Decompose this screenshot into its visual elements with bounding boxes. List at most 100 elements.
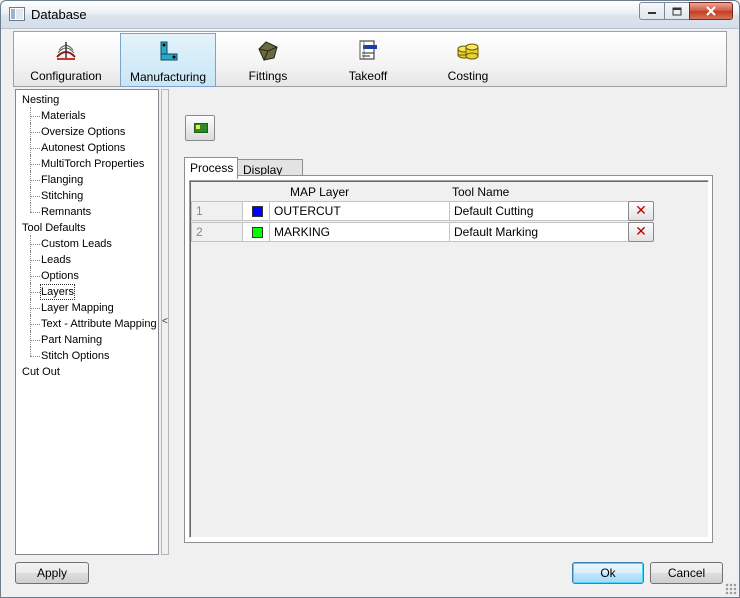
close-button[interactable] — [689, 2, 733, 20]
tree-connector — [30, 244, 40, 245]
tree-item[interactable]: Text - Attribute Mapping — [41, 317, 157, 331]
configuration-icon — [56, 42, 76, 60]
tree-connector — [30, 123, 31, 139]
column-header-map-layer: MAP Layer — [290, 185, 350, 199]
toolbar-fittings[interactable]: Fittings — [220, 33, 316, 87]
tree-item[interactable]: Options — [41, 269, 79, 283]
tree-item[interactable]: Custom Leads — [41, 237, 112, 251]
tree-connector — [30, 340, 40, 341]
costing-icon — [457, 43, 479, 60]
tree-connector — [30, 292, 40, 293]
tree-item[interactable]: Leads — [41, 253, 71, 267]
ok-button[interactable]: Ok — [572, 562, 644, 584]
column-header-tool-name: Tool Name — [452, 185, 510, 199]
tree-connector — [30, 324, 40, 325]
map-layer-cell[interactable]: MARKING — [269, 222, 450, 242]
tab-content: MAP Layer Tool Name 1 OUTERCUT Default C… — [184, 175, 713, 543]
color-cell[interactable] — [242, 201, 270, 221]
tree-connector — [30, 132, 40, 133]
app-icon — [9, 7, 25, 21]
tree-connector — [30, 308, 40, 309]
window-controls — [639, 2, 733, 20]
tree-item[interactable]: Part Naming — [41, 333, 102, 347]
tree-item[interactable]: Oversize Options — [41, 125, 125, 139]
tree-item[interactable]: Cut Out — [22, 365, 60, 379]
fittings-icon — [258, 41, 278, 61]
delete-row-button[interactable]: ✕ — [628, 201, 654, 221]
tree-connector — [30, 107, 31, 123]
tree-connector — [30, 283, 31, 299]
tree-item[interactable]: Remnants — [41, 205, 91, 219]
tree-connector — [30, 347, 31, 356]
tree-connector — [30, 171, 31, 187]
toolbar-label: Configuration — [30, 69, 102, 83]
category-toolbar: Configuration Manufacturing Fittings Tak… — [13, 31, 727, 87]
tree-item[interactable]: Stitching — [41, 189, 83, 203]
tree-item[interactable]: Autonest Options — [41, 141, 125, 155]
tree-connector — [30, 148, 40, 149]
tree-connector — [30, 155, 31, 171]
tree-connector — [30, 187, 31, 203]
layers-panel: Process Display Only MAP Layer Tool Name… — [171, 89, 727, 555]
toolbar-configuration[interactable]: Configuration — [18, 33, 114, 87]
tree-connector — [30, 299, 31, 315]
tree-item[interactable]: Materials — [41, 109, 86, 123]
window-title: Database — [31, 7, 87, 22]
map-layer-cell[interactable]: OUTERCUT — [269, 201, 450, 221]
toolbar-takeoff[interactable]: Takeoff — [320, 33, 416, 87]
row-number: 2 — [191, 222, 243, 242]
toolbar-label: Costing — [447, 69, 489, 83]
tree-item[interactable]: Tool Defaults — [22, 221, 86, 235]
layer-grid: MAP Layer Tool Name 1 OUTERCUT Default C… — [189, 180, 709, 538]
table-row[interactable]: 1 OUTERCUT Default Cutting — [191, 201, 656, 221]
color-cell[interactable] — [242, 222, 270, 242]
apply-button[interactable]: Apply — [15, 562, 89, 584]
minimize-icon — [648, 12, 656, 14]
maximize-button[interactable] — [664, 2, 690, 20]
tree-connector — [30, 276, 40, 277]
takeoff-icon — [359, 40, 377, 60]
color-swatch — [252, 206, 263, 217]
toolbar-manufacturing[interactable]: Manufacturing — [120, 33, 216, 87]
options-tree[interactable]: Nesting Materials Oversize Options Autonest… — [15, 89, 159, 555]
title-bar[interactable]: Database — [1, 1, 739, 29]
collapse-arrow-icon[interactable]: < — [162, 316, 168, 327]
tree-connector — [30, 235, 31, 251]
tree-item[interactable]: Stitch Options — [41, 349, 109, 363]
tree-connector — [30, 203, 31, 212]
tree-item[interactable]: Nesting — [22, 93, 59, 107]
database-window: Database Configuration Manufacturing Fit… — [0, 0, 740, 598]
tree-connector — [30, 180, 40, 181]
tree-connector — [30, 331, 31, 347]
tree-connector — [30, 356, 40, 357]
tree-item[interactable]: Layers — [39, 284, 76, 300]
tree-connector — [30, 196, 40, 197]
tab-label: Process — [190, 161, 234, 175]
tree-connector — [30, 315, 31, 331]
tree-connector — [30, 260, 40, 261]
panel-splitter[interactable]: < — [161, 89, 169, 555]
tool-name-cell[interactable]: Default Marking — [449, 222, 629, 242]
toolbar-label: Manufacturing — [129, 70, 207, 84]
tree-item[interactable]: Layer Mapping — [41, 301, 114, 315]
tab-process[interactable]: Process — [184, 157, 238, 179]
tree-connector — [30, 164, 40, 165]
cancel-button[interactable]: Cancel — [650, 562, 723, 584]
delete-row-button[interactable]: ✕ — [628, 222, 654, 242]
tree-connector — [30, 116, 40, 117]
maximize-icon — [672, 7, 682, 15]
minimize-button[interactable] — [639, 2, 665, 20]
tree-connector — [30, 212, 40, 213]
toolbar-costing[interactable]: Costing — [420, 33, 516, 87]
tree-item[interactable]: Flanging — [41, 173, 83, 187]
add-layer-button[interactable] — [185, 115, 215, 141]
manufacturing-icon — [160, 41, 178, 61]
tool-name-cell[interactable]: Default Cutting — [449, 201, 629, 221]
close-icon — [706, 6, 716, 16]
toolbar-label: Takeoff — [348, 69, 388, 83]
table-row[interactable]: 2 MARKING Default Marking — [191, 222, 656, 242]
tree-item[interactable]: MultiTorch Properties — [41, 157, 144, 171]
resize-grip-icon[interactable] — [725, 583, 737, 595]
tree-connector — [30, 267, 31, 283]
tree-connector — [30, 139, 31, 155]
